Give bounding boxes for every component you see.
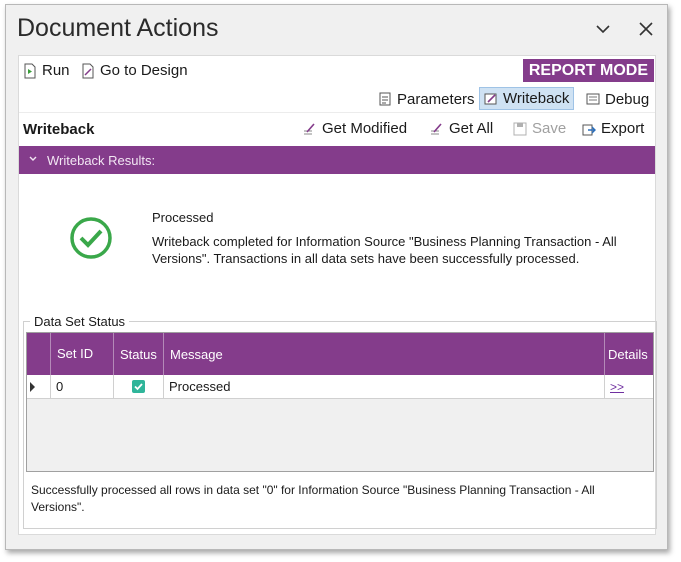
row-header-column xyxy=(27,333,51,375)
mode-tabs: Parameters Writeback Debug xyxy=(19,85,655,111)
cell-message: Processed xyxy=(164,375,605,398)
result-message: Writeback completed for Information Sour… xyxy=(152,234,617,266)
get-modified-icon xyxy=(303,121,317,137)
details-link[interactable]: >> xyxy=(610,380,624,394)
tab-writeback-label: Writeback xyxy=(503,90,570,107)
chevron-down-icon xyxy=(596,25,610,34)
cell-set-id: 0 xyxy=(51,375,114,398)
collapse-button[interactable] xyxy=(593,19,613,39)
tab-debug[interactable]: Debug xyxy=(584,88,651,110)
title-bar: Document Actions xyxy=(6,5,667,53)
document-actions-window: Document Actions Run Go to Design REPORT xyxy=(5,4,668,550)
column-message[interactable]: Message xyxy=(164,333,605,375)
parameters-icon xyxy=(378,91,392,107)
result-status-title: Processed xyxy=(152,210,214,225)
writeback-results-label: Writeback Results: xyxy=(47,152,156,168)
checkmark-icon xyxy=(134,383,143,391)
close-icon xyxy=(639,22,653,36)
data-set-grid: Set ID Status Message Details 0 Processe… xyxy=(26,332,654,472)
go-to-design-label: Go to Design xyxy=(100,62,188,79)
data-set-status-group: Data Set Status Set ID Status Message De… xyxy=(23,314,657,529)
row-pointer-icon xyxy=(30,382,35,392)
success-check-icon xyxy=(69,216,113,260)
run-button[interactable]: Run xyxy=(23,62,70,79)
tab-parameters-label: Parameters xyxy=(397,90,475,108)
save-button[interactable]: Save xyxy=(513,120,566,137)
writeback-title: Writeback xyxy=(23,121,95,138)
design-icon xyxy=(81,63,95,79)
chevron-down-icon[interactable] xyxy=(27,153,39,168)
get-all-icon xyxy=(430,121,444,137)
debug-icon xyxy=(586,91,600,107)
tab-debug-label: Debug xyxy=(605,90,650,108)
save-icon xyxy=(513,121,527,137)
writeback-result: Processed Writeback completed for Inform… xyxy=(19,174,655,314)
grid-header: Set ID Status Message Details xyxy=(27,333,653,375)
go-to-design-button[interactable]: Go to Design xyxy=(81,62,188,79)
tab-writeback[interactable]: Writeback xyxy=(479,87,575,110)
get-modified-button[interactable]: Get Modified xyxy=(303,120,407,137)
column-details[interactable]: Details xyxy=(605,333,653,375)
cell-status[interactable] xyxy=(114,375,164,398)
status-checkbox[interactable] xyxy=(132,380,145,393)
export-button[interactable]: Export xyxy=(582,120,644,137)
get-all-button[interactable]: Get All xyxy=(430,120,493,137)
run-label: Run xyxy=(42,62,70,79)
actions-panel: Run Go to Design REPORT MODE Parameters xyxy=(18,55,657,535)
export-label: Export xyxy=(601,120,645,137)
run-icon xyxy=(23,63,37,79)
get-all-label: Get All xyxy=(449,120,494,137)
tab-parameters[interactable]: Parameters xyxy=(374,88,479,110)
cell-details[interactable]: >> xyxy=(605,375,653,398)
data-set-status-message: Successfully processed all rows in data … xyxy=(31,483,595,514)
get-modified-label: Get Modified xyxy=(322,120,408,137)
writeback-toolbar: Writeback Get Modified Get All Save Expo… xyxy=(19,112,655,142)
window-title: Document Actions xyxy=(17,14,219,42)
report-mode-badge: REPORT MODE xyxy=(522,59,654,82)
close-button[interactable] xyxy=(636,19,656,39)
data-set-status-legend: Data Set Status xyxy=(30,314,130,329)
row-selector[interactable] xyxy=(27,375,51,398)
column-set-id[interactable]: Set ID xyxy=(51,333,114,375)
export-icon xyxy=(582,121,596,137)
save-label: Save xyxy=(532,120,567,137)
writeback-icon xyxy=(484,91,498,107)
table-row[interactable]: 0 Processed >> xyxy=(27,375,653,399)
writeback-results-header[interactable]: Writeback Results: xyxy=(19,146,655,174)
main-toolbar: Run Go to Design REPORT MODE xyxy=(19,56,655,84)
column-status[interactable]: Status xyxy=(114,333,164,375)
